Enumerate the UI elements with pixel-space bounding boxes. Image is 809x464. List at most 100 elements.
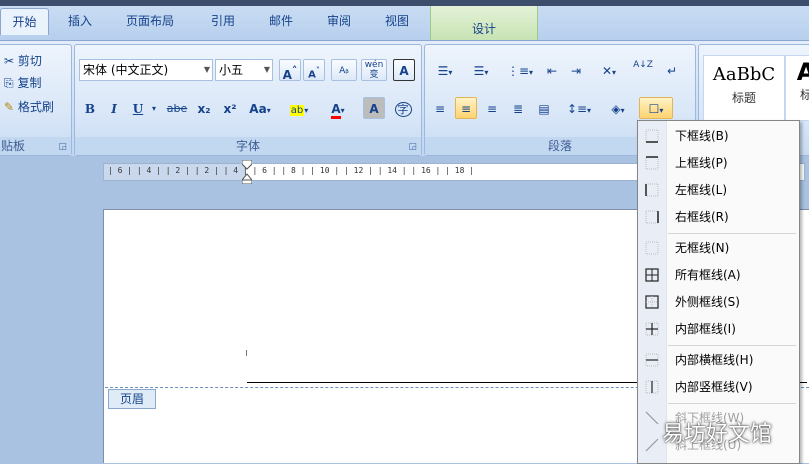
border-icon: ☐ [648,102,660,116]
underline-dropdown[interactable]: ▾ [149,97,159,119]
font-color-button[interactable]: A▾ [321,97,355,119]
style-heading-sample: AaBbC [712,64,776,85]
distribute-button[interactable]: ▤ [533,97,555,119]
menu-item-border-inside[interactable]: 内部框线(I) [638,316,799,342]
tab-mailings[interactable]: 邮件 [256,8,306,34]
font-group: 宋体 (中文正文) ▼ 小五 ▼ A˄ A˅ Aᵦ wén 变 A B I U ▾ a… [74,44,422,156]
font-size-combo[interactable]: 小五 ▼ [215,59,273,81]
bullet-list-icon: ☰ [437,64,449,78]
show-marks-button[interactable]: ↵ [661,59,683,81]
strikethrough-button[interactable]: abe [163,97,191,119]
align-center-button[interactable]: ≡ [455,97,477,119]
tab-insert[interactable]: 插入 [52,8,108,34]
increase-indent-icon: ⇥ [570,64,582,78]
enclose-char-button[interactable]: 字 [391,97,415,119]
menu-item-border-outside[interactable]: 外侧框线(S) [638,289,799,315]
font-name-combo[interactable]: 宋体 (中文正文) ▼ [79,59,213,81]
multilevel-list-button[interactable]: ⋮≡▾ [503,59,537,81]
chevron-down-icon: ▾ [340,106,345,115]
chevron-down-icon: ▾ [659,106,664,115]
menu-item-label: 内部横框线(H) [675,353,754,367]
highlight-button[interactable]: ab▾ [281,97,317,119]
menu-item-label: 下框线(B) [675,129,729,143]
menu-item-border-inside-horizontal[interactable]: 内部横框线(H) [638,347,799,373]
dialog-launcher-icon[interactable]: ◲ [58,142,67,152]
menu-item-border-all[interactable]: 所有框线(A) [638,262,799,288]
shading-button[interactable]: ◈▾ [601,97,635,119]
distribute-icon: ▤ [538,102,550,116]
line-spacing-button[interactable]: ↕≡▾ [563,97,595,119]
tab-references[interactable]: 引用 [198,8,248,34]
char-border-button[interactable]: A [393,59,415,81]
border-right-icon [645,210,659,224]
bold-button[interactable]: B [79,97,101,119]
chevron-down-icon: ▼ [203,65,210,74]
chevron-down-icon: ▾ [484,68,489,77]
shrink-font-button[interactable]: A˅ [303,59,325,81]
line-spacing-icon: ↕≡ [566,102,588,116]
enclose-char-icon: 字 [394,102,412,117]
sort-button[interactable]: A↓Z [631,59,655,81]
chevron-down-icon: ▾ [304,106,309,115]
char-shading-button[interactable]: A [363,97,385,119]
clipboard-group: ✂ 剪切 ⎘ 复制 ✎ 格式刷 贴板 ◲ [0,44,72,156]
grow-font-button[interactable]: A˄ [279,59,301,82]
chevron-down-icon: ▾ [448,68,453,77]
tab-view[interactable]: 视图 [370,8,424,34]
border-dropdown-menu: 下框线(B) 上框线(P) 左框线(L) 右框线(R) 无框线(N) 所有框线(… [637,120,800,464]
phonetic-guide-button[interactable]: wén 变 [361,59,387,81]
chevron-down-icon: ▾ [612,68,617,77]
phonetic-guide-icon: wén [364,60,384,70]
menu-item-border-left[interactable]: 左框线(L) [638,177,799,203]
menu-item-border-bottom[interactable]: 下框线(B) [638,123,799,149]
tab-design[interactable]: 设计 [430,6,538,40]
scissors-icon: ✂ [4,54,15,68]
tab-page-layout[interactable]: 页面布局 [112,8,188,34]
menu-separator [668,345,796,346]
justify-button[interactable]: ≣ [507,97,529,119]
bullets-button[interactable]: ☰▾ [429,59,461,81]
format-painter-button[interactable]: ✎ 格式刷 [3,95,69,117]
align-left-button[interactable]: ≡ [429,97,451,119]
char-border-icon: A [399,64,409,78]
increase-indent-button[interactable]: ⇥ [565,59,587,81]
decrease-indent-icon: ⇤ [546,64,558,78]
menu-separator [668,403,796,404]
indent-marker-icon[interactable] [242,160,252,184]
tab-home[interactable]: 开始 [0,8,49,35]
underline-button[interactable]: U [127,97,149,119]
header-margin-mark [246,350,247,356]
menu-item-label: 内部框线(I) [675,322,736,336]
clear-format-button[interactable]: Aᵦ [331,59,357,81]
copy-button[interactable]: ⎘ 复制 [3,71,63,93]
chinese-layout-button[interactable]: ✕▾ [593,59,625,81]
tab-review[interactable]: 审阅 [314,8,364,34]
menu-item-border-right[interactable]: 右框线(R) [638,204,799,230]
borders-button[interactable]: ☐▾ [639,97,673,119]
paint-bucket-icon: ◈ [611,102,621,116]
style-next[interactable]: A 标 [785,55,809,121]
superscript-button[interactable]: x² [219,97,241,119]
chevron-down-icon: ▼ [263,65,270,74]
style-heading[interactable]: AaBbC 标题 [703,55,785,121]
style-heading-label: 标题 [731,91,756,105]
change-case-label: Aa [249,102,267,116]
dialog-launcher-icon[interactable]: ◲ [408,142,417,152]
menu-item-label: 外侧框线(S) [675,295,740,309]
style-next-sample: A [796,58,809,86]
font-group-label: 字体 [75,137,421,155]
menu-item-border-top[interactable]: 上框线(P) [638,150,799,176]
change-case-button[interactable]: Aa▾ [245,97,275,119]
menu-item-border-inside-vertical[interactable]: 内部竖框线(V) [638,374,799,400]
phonetic-char-icon: 变 [369,70,379,80]
numbering-button[interactable]: ☰▾ [465,59,497,81]
copy-label: 复制 [17,76,42,90]
grow-font-icon: A [282,68,292,82]
subscript-button[interactable]: x₂ [193,97,215,119]
menu-item-border-none[interactable]: 无框线(N) [638,235,799,261]
decrease-indent-button[interactable]: ⇤ [541,59,563,81]
cut-button[interactable]: ✂ 剪切 [3,49,63,71]
numbered-list-icon: ☰ [473,64,485,78]
italic-button[interactable]: I [103,97,125,119]
align-right-button[interactable]: ≡ [481,97,503,119]
